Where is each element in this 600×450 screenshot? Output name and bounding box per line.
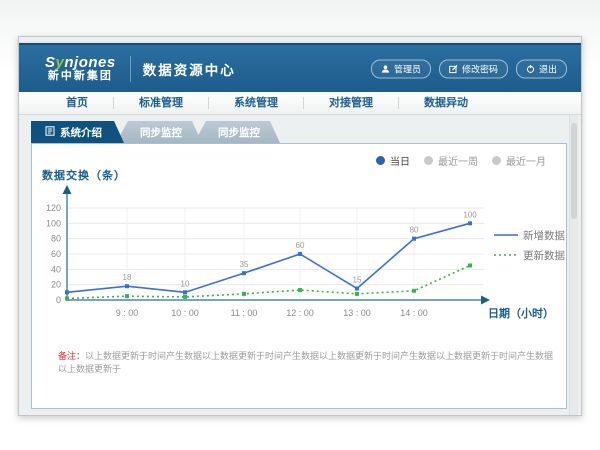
note-label: 备注：	[58, 351, 85, 361]
tab-bar: 系统介绍 同步监控 同步监控	[31, 121, 280, 143]
vertical-scrollbar[interactable]	[569, 115, 578, 415]
logout-button[interactable]: 退出	[516, 59, 567, 78]
svg-text:60: 60	[296, 241, 305, 250]
tab-sync-monitor-2[interactable]: 同步监控	[194, 121, 280, 143]
chart-panel: 当日 最近一周 最近一月 数据交换（条） 0204060801001209 : …	[31, 143, 567, 409]
time-range-filter: 当日 最近一周 最近一月	[376, 153, 546, 168]
svg-text:18: 18	[123, 273, 132, 282]
svg-text:10: 10	[181, 279, 190, 288]
nav-item-data-change[interactable]: 数据异动	[399, 97, 493, 109]
svg-text:10 : 00: 10 : 00	[171, 308, 199, 318]
scrollbar-thumb[interactable]	[571, 123, 577, 219]
radio-last-week[interactable]: 最近一周	[424, 153, 478, 168]
tab-sync-monitor-2-label: 同步监控	[218, 125, 260, 140]
svg-text:新增数据: 新增数据	[523, 229, 565, 242]
tab-sync-monitor-1[interactable]: 同步监控	[116, 121, 202, 143]
document-icon	[45, 126, 55, 139]
content-area: 系统介绍 同步监控 同步监控 当日 最近一周	[19, 115, 581, 415]
radio-today-label: 当日	[390, 153, 410, 168]
svg-text:15: 15	[353, 276, 362, 285]
change-password-label: 修改密码	[462, 62, 498, 75]
svg-text:20: 20	[51, 280, 61, 290]
svg-text:60: 60	[51, 249, 61, 259]
svg-text:35: 35	[240, 260, 249, 269]
radio-dot-icon	[492, 156, 501, 165]
tab-sync-monitor-1-label: 同步监控	[140, 125, 182, 140]
nav-item-system-mgmt[interactable]: 系统管理	[209, 97, 304, 109]
radio-dot-icon	[376, 156, 385, 165]
user-icon	[381, 64, 390, 73]
admin-user-label: 管理员	[394, 62, 421, 75]
footnote: 备注：以上数据更新于时间产生数据以上数据更新于时间产生数据以上数据更新于时间产生…	[58, 350, 558, 375]
tab-system-intro-label: 系统介绍	[60, 125, 102, 140]
svg-text:日期（小时）: 日期（小时）	[488, 306, 554, 320]
svg-text:13 : 00: 13 : 00	[343, 308, 371, 318]
nav-item-home[interactable]: 首页	[41, 97, 114, 109]
main-nav: 首页 标准管理 系统管理 对接管理 数据异动	[19, 92, 581, 115]
svg-text:11 : 00: 11 : 00	[231, 308, 258, 318]
radio-today[interactable]: 当日	[376, 153, 410, 168]
app-title: 数据资源中心	[143, 59, 236, 79]
change-password-button[interactable]: 修改密码	[439, 59, 508, 78]
radio-dot-icon	[424, 156, 433, 165]
svg-text:100: 100	[46, 218, 61, 228]
svg-text:120: 120	[46, 203, 61, 213]
svg-text:40: 40	[51, 264, 61, 274]
power-icon	[526, 64, 535, 73]
app-window: Synjones 新中新集团 数据资源中心 管理员 修改密码	[18, 36, 582, 416]
header-divider	[130, 56, 131, 82]
note-text: 以上数据更新于时间产生数据以上数据更新于时间产生数据以上数据更新于时间产生数据以…	[58, 351, 553, 374]
nav-item-standard-mgmt[interactable]: 标准管理	[114, 97, 209, 109]
svg-text:12 : 00: 12 : 00	[286, 308, 314, 318]
svg-text:更新数据: 更新数据	[523, 249, 565, 262]
svg-text:0: 0	[56, 295, 61, 305]
line-chart: 0 20 40 60 80 100 120 9 : 00 10 : 00 11 : 00 12 : …	[32, 180, 568, 332]
edit-icon	[449, 64, 458, 73]
user-area: 管理员 修改密码 退出	[371, 59, 567, 78]
company-logo: Synjones 新中新集团	[45, 55, 116, 82]
logout-label: 退出	[539, 62, 557, 75]
logo-wordmark: Synjones	[45, 55, 116, 71]
nav-item-interface-mgmt[interactable]: 对接管理	[304, 97, 399, 109]
svg-text:80: 80	[410, 226, 419, 235]
radio-last-month-label: 最近一月	[506, 153, 546, 168]
svg-text:100: 100	[463, 210, 477, 219]
tab-system-intro[interactable]: 系统介绍	[31, 121, 124, 143]
radio-last-month[interactable]: 最近一月	[492, 153, 546, 168]
svg-text:9 : 00: 9 : 00	[116, 308, 139, 318]
svg-text:14 : 00: 14 : 00	[400, 308, 428, 318]
admin-user-button[interactable]: 管理员	[371, 59, 431, 78]
logo-company-name: 新中新集团	[45, 71, 116, 83]
radio-last-week-label: 最近一周	[438, 153, 478, 168]
app-header: Synjones 新中新集团 数据资源中心 管理员 修改密码	[19, 43, 581, 92]
svg-text:80: 80	[51, 234, 61, 244]
